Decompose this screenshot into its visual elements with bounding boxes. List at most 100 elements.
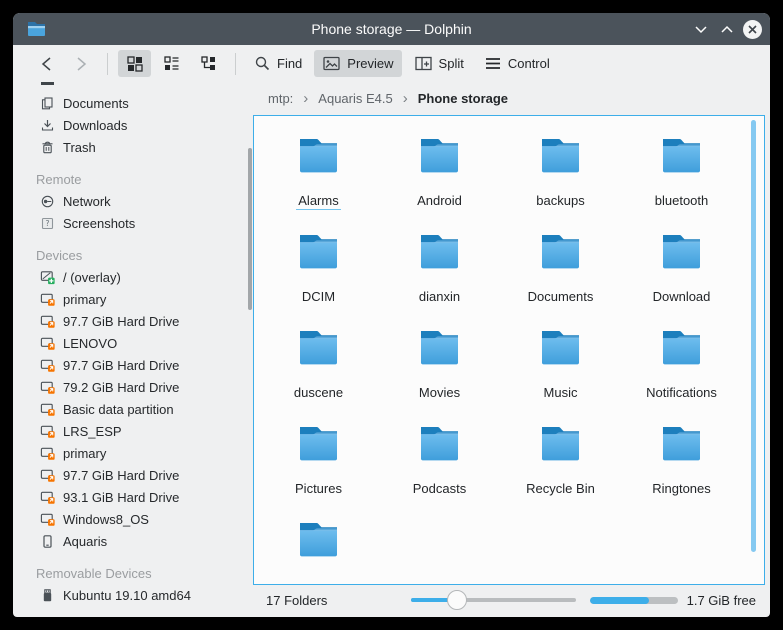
chevron-down-icon: [694, 25, 708, 34]
sidebar-item[interactable]: Network: [13, 190, 253, 212]
preview-button[interactable]: Preview: [314, 50, 401, 77]
split-label: Split: [439, 56, 464, 71]
folder-item[interactable]: DCIM: [258, 226, 379, 322]
view-icons-button[interactable]: [118, 50, 151, 77]
sidebar-item[interactable]: 93.1 GiB Hard Drive: [13, 486, 253, 508]
folder-item[interactable]: [258, 514, 379, 585]
drive-icon: [40, 314, 55, 329]
sidebar-item[interactable]: Aquaris: [13, 530, 253, 552]
drive-icon: [40, 446, 55, 461]
folder-item[interactable]: Documents: [500, 226, 621, 322]
sidebar-item[interactable]: 97.7 GiB Hard Drive: [13, 354, 253, 376]
sidebar-item[interactable]: primary: [13, 288, 253, 310]
sidebar-item-label: Documents: [63, 96, 129, 111]
sidebar-item[interactable]: LENOVO: [13, 332, 253, 354]
sidebar-item-label: 97.7 GiB Hard Drive: [63, 358, 179, 373]
chevron-up-icon: [720, 25, 734, 34]
sidebar-item[interactable]: primary: [13, 442, 253, 464]
sidebar-item-label: Basic data partition: [63, 402, 174, 417]
folder-item[interactable]: dianxin: [379, 226, 500, 322]
breadcrumb-item[interactable]: mtp:: [266, 89, 316, 108]
breadcrumb-item[interactable]: Phone storage: [416, 89, 510, 108]
titlebar[interactable]: Phone storage — Dolphin: [13, 13, 770, 45]
folder-name: backups: [534, 193, 586, 209]
sidebar-item-label: primary: [63, 292, 106, 307]
sidebar-item-label: Trash: [63, 140, 96, 155]
folder-item[interactable]: duscene: [258, 322, 379, 418]
folder-icon: [655, 418, 708, 476]
free-space-bar: [590, 597, 678, 604]
icons-view-icon: [126, 55, 143, 72]
folder-name: dianxin: [417, 289, 462, 305]
folder-name: Movies: [417, 385, 462, 401]
back-button[interactable]: [31, 52, 62, 76]
control-label: Control: [508, 56, 550, 71]
folder-name: Download: [651, 289, 713, 305]
sidebar-item[interactable]: LRS_ESP: [13, 420, 253, 442]
sidebar-item[interactable]: Windows8_OS: [13, 508, 253, 530]
folder-name: Podcasts: [411, 481, 468, 497]
folder-icon: [655, 130, 708, 188]
toolbar-separator: [107, 53, 108, 75]
zoom-slider-handle[interactable]: [447, 590, 467, 610]
hamburger-menu-icon: [484, 56, 502, 71]
folder-item[interactable]: bluetooth: [621, 130, 742, 226]
trash-icon: [40, 140, 55, 155]
sidebar-item[interactable]: Basic data partition: [13, 398, 253, 420]
sidebar-item[interactable]: 79.2 GiB Hard Drive: [13, 376, 253, 398]
folder-icon: [292, 130, 345, 188]
sidebar-item[interactable]: Kubuntu 19.10 amd64: [13, 584, 253, 606]
screenshot-icon: ?: [40, 216, 55, 231]
folder-item[interactable]: Music: [500, 322, 621, 418]
folder-icon: [413, 418, 466, 476]
sidebar-item-clipped[interactable]: [13, 82, 253, 92]
sidebar-item-label: LRS_ESP: [63, 424, 122, 439]
folder-name: Documents: [526, 289, 596, 305]
folder-item[interactable]: Alarms: [258, 130, 379, 226]
drive-icon: [40, 402, 55, 417]
drive-root-icon: [40, 270, 55, 285]
sidebar-section-header: Devices: [13, 244, 253, 266]
sidebar-section-header: Removable Devices: [13, 562, 253, 584]
view-tree-button[interactable]: [192, 50, 225, 77]
folder-item[interactable]: Ringtones: [621, 418, 742, 514]
forward-button[interactable]: [66, 52, 97, 76]
folder-view[interactable]: Alarms Android backups: [253, 115, 765, 585]
tree-view-icon: [200, 55, 217, 72]
sidebar-item-label: Screenshots: [63, 216, 135, 231]
breadcrumb-item[interactable]: Aquaris E4.5: [316, 89, 415, 108]
folder-icon: [534, 130, 587, 188]
split-button[interactable]: Split: [406, 50, 472, 77]
zoom-slider[interactable]: [411, 590, 576, 610]
minimize-button[interactable]: [691, 19, 711, 39]
sidebar-item[interactable]: Downloads: [13, 114, 253, 136]
folder-icon: [655, 226, 708, 284]
sidebar-item[interactable]: 97.7 GiB Hard Drive: [13, 464, 253, 486]
folder-item[interactable]: Podcasts: [379, 418, 500, 514]
control-button[interactable]: Control: [476, 51, 558, 76]
folder-item[interactable]: Notifications: [621, 322, 742, 418]
statusbar: 17 Folders 1.7 GiB free: [253, 585, 770, 617]
folder-item[interactable]: Download: [621, 226, 742, 322]
sidebar-item[interactable]: ? Screenshots: [13, 212, 253, 234]
folder-item[interactable]: Recycle Bin: [500, 418, 621, 514]
sidebar-item[interactable]: Documents: [13, 92, 253, 114]
folder-item[interactable]: Android: [379, 130, 500, 226]
network-icon: [40, 194, 55, 209]
svg-text:?: ?: [46, 219, 50, 228]
sidebar-item[interactable]: Trash: [13, 136, 253, 158]
folder-item[interactable]: Movies: [379, 322, 500, 418]
find-button[interactable]: Find: [246, 50, 310, 77]
folder-item[interactable]: Pictures: [258, 418, 379, 514]
sidebar-scrollbar[interactable]: [248, 148, 252, 310]
drive-icon: [40, 358, 55, 373]
maximize-button[interactable]: [717, 19, 737, 39]
sidebar-item[interactable]: 97.7 GiB Hard Drive: [13, 310, 253, 332]
preview-label: Preview: [347, 56, 393, 71]
view-scrollbar[interactable]: [751, 120, 756, 552]
view-details-button[interactable]: [155, 50, 188, 77]
folder-item[interactable]: backups: [500, 130, 621, 226]
sidebar-item-label: primary: [63, 446, 106, 461]
close-button[interactable]: [743, 20, 762, 39]
sidebar-item[interactable]: / (overlay): [13, 266, 253, 288]
